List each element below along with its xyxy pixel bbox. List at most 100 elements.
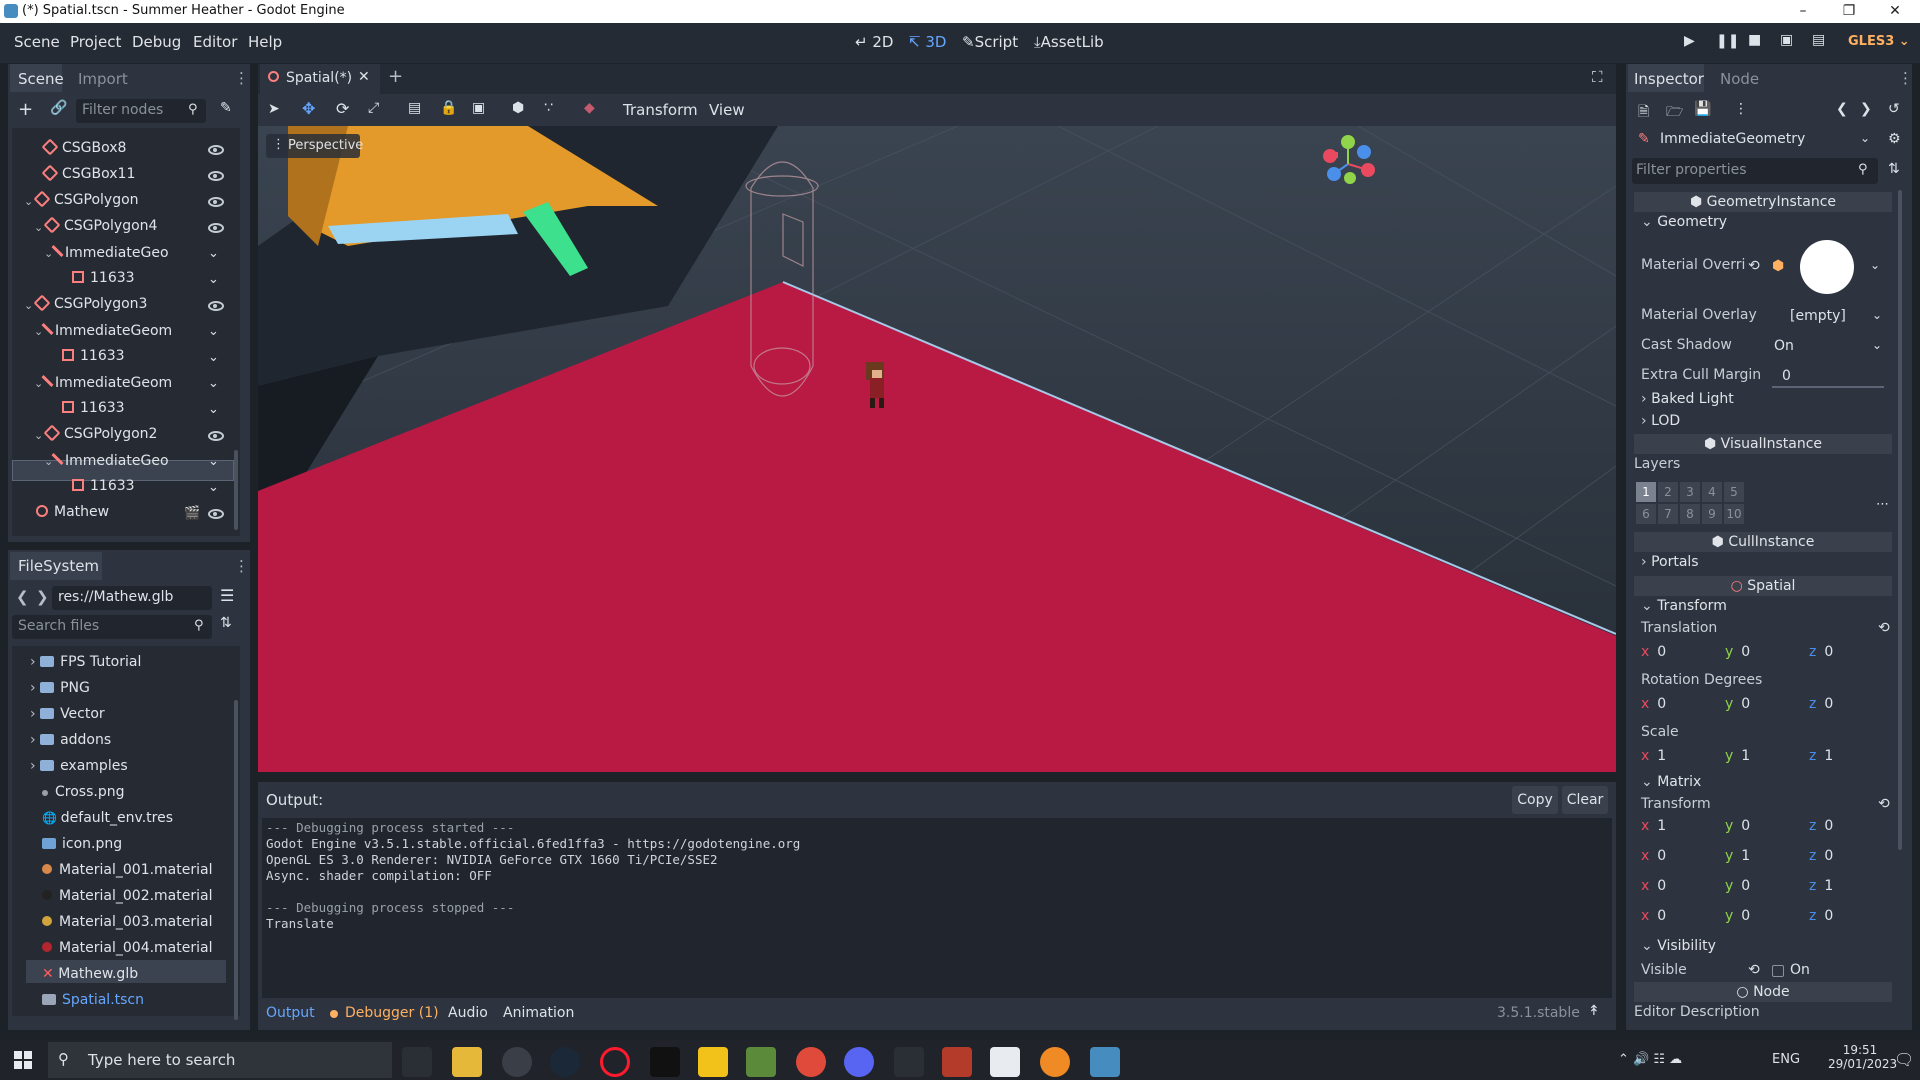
- stop-icon[interactable]: ■: [1748, 32, 1761, 48]
- maximize-button[interactable]: ❐: [1826, 0, 1872, 23]
- menu-editor[interactable]: Editor: [193, 33, 237, 51]
- history-back-icon[interactable]: ❮: [1836, 101, 1848, 117]
- visibility-eye-icon[interactable]: [208, 171, 224, 181]
- twitch-icon[interactable]: [990, 1047, 1020, 1077]
- vector-y-field[interactable]: y1: [1725, 748, 1805, 770]
- bottom-tab-animation[interactable]: Animation: [503, 1005, 574, 1021]
- matrix-fields[interactable]: x1y0z0x0y1z0x0y0z1x0y0z0: [1641, 818, 1891, 936]
- clock[interactable]: 19:51 29/01/2023: [1828, 1043, 1897, 1071]
- tree-node[interactable]: ⌄ CSGPolygon2: [34, 424, 157, 447]
- menu-scene[interactable]: Scene: [14, 33, 60, 51]
- scale-fields[interactable]: x1y1z1: [1641, 748, 1891, 770]
- group-geometry[interactable]: ⌄ Geometry: [1641, 214, 1904, 238]
- task-view-icon[interactable]: [402, 1047, 432, 1077]
- material-overlay-select[interactable]: [empty] ⌄: [1788, 306, 1884, 328]
- matrix-row[interactable]: x0y1z0: [1641, 848, 1891, 870]
- tree-node[interactable]: CSGBox8: [41, 138, 126, 161]
- 3d-viewport[interactable]: [258, 126, 1616, 772]
- vector-x-field[interactable]: x0: [1641, 878, 1721, 900]
- visibility-eye-icon[interactable]: [208, 509, 224, 519]
- vector-z-field[interactable]: z0: [1809, 644, 1889, 666]
- script-attach-icon[interactable]: ✎: [220, 100, 232, 116]
- extra-cull-margin-field[interactable]: 0: [1772, 366, 1884, 388]
- list-select-icon[interactable]: ▤: [408, 100, 421, 116]
- back-icon[interactable]: ❮: [16, 588, 29, 606]
- tree-node[interactable]: ⌄ CSGPolygon3: [24, 294, 147, 317]
- blender-icon[interactable]: [1040, 1047, 1070, 1077]
- group-icon[interactable]: ▣: [472, 100, 485, 116]
- layer-cell[interactable]: 1: [1636, 482, 1656, 502]
- vector-y-field[interactable]: y0: [1725, 878, 1805, 900]
- pause-icon[interactable]: ❚❚: [1716, 33, 1739, 49]
- new-tab-icon[interactable]: +: [388, 66, 403, 87]
- vector-x-field[interactable]: x0: [1641, 644, 1721, 666]
- history-icon[interactable]: ↺: [1888, 101, 1900, 117]
- notifications-icon[interactable]: 🗨: [1894, 1050, 1914, 1069]
- minimize-button[interactable]: –: [1780, 0, 1826, 23]
- minecraft-icon[interactable]: [746, 1047, 776, 1077]
- vector-z-field[interactable]: z1: [1809, 748, 1889, 770]
- tree-node[interactable]: ⌄ ImmediateGeom: [34, 322, 172, 343]
- notion-icon[interactable]: [650, 1047, 680, 1077]
- fold-chevron-icon[interactable]: ⌄: [34, 325, 43, 338]
- folder-item[interactable]: › examples: [30, 758, 128, 779]
- group-transform[interactable]: ⌄ Transform: [1641, 598, 1904, 622]
- dropdown-icon[interactable]: ⌄: [208, 246, 219, 261]
- layer-cell[interactable]: 9: [1702, 504, 1722, 524]
- cast-shadow-select[interactable]: On ⌄: [1772, 336, 1884, 358]
- chrome-icon[interactable]: [796, 1047, 826, 1077]
- mode-2d-button[interactable]: ↵ 2D: [855, 33, 893, 51]
- steam-icon[interactable]: [550, 1047, 580, 1077]
- visibility-eye-icon[interactable]: [208, 431, 224, 441]
- play-icon[interactable]: ▶: [1684, 33, 1695, 49]
- scene-tree-scrollbar[interactable]: [234, 450, 238, 530]
- vector-x-field[interactable]: x1: [1641, 748, 1721, 770]
- vector-z-field[interactable]: z0: [1809, 848, 1889, 870]
- bottom-tab-output[interactable]: Output: [266, 1005, 315, 1021]
- tree-node[interactable]: ⌄ ImmediateGeom: [34, 374, 172, 395]
- forward-icon[interactable]: ❯: [36, 588, 49, 606]
- rotation-fields[interactable]: x0y0z0: [1641, 696, 1891, 718]
- layer-cell[interactable]: 4: [1702, 482, 1722, 502]
- camera-override-icon[interactable]: ◆: [584, 100, 595, 116]
- language-indicator[interactable]: ENG: [1772, 1052, 1800, 1067]
- matrix-row[interactable]: x0y0z1: [1641, 878, 1891, 900]
- visible-checkbox[interactable]: [1772, 965, 1784, 977]
- inspector-scrollbar[interactable]: [1898, 190, 1902, 850]
- layer-cell[interactable]: 5: [1724, 482, 1744, 502]
- revert-icon[interactable]: ⟲: [1878, 620, 1890, 636]
- folder-item[interactable]: › Vector: [30, 706, 105, 727]
- sort-properties-icon[interactable]: ⇅: [1888, 161, 1900, 177]
- vector-x-field[interactable]: x0: [1641, 848, 1721, 870]
- tree-node[interactable]: CSGBox11: [41, 164, 135, 187]
- mode-assetlib-button[interactable]: ⤓AssetLib: [1034, 33, 1104, 51]
- vector-z-field[interactable]: z0: [1809, 818, 1889, 840]
- translation-fields[interactable]: x0y0z0: [1641, 644, 1891, 666]
- scale-tool-icon[interactable]: ⤢: [368, 100, 379, 116]
- save-icon[interactable]: 💾: [1694, 101, 1711, 117]
- visibility-eye-icon[interactable]: [208, 301, 224, 311]
- distraction-free-icon[interactable]: ⛶: [1592, 68, 1603, 86]
- vector-y-field[interactable]: y1: [1725, 848, 1805, 870]
- dropdown-icon[interactable]: ⌄: [208, 376, 219, 391]
- revert-icon[interactable]: ⟲: [1748, 962, 1760, 978]
- menu-project[interactable]: Project: [70, 33, 121, 51]
- lock-icon[interactable]: 🔒: [440, 100, 457, 116]
- fold-chevron-icon[interactable]: ⌄: [24, 195, 33, 208]
- group-portals[interactable]: › Portals: [1641, 554, 1904, 578]
- close-tab-icon[interactable]: ✕: [358, 69, 370, 85]
- more-options-icon[interactable]: ⋮: [234, 69, 249, 87]
- fold-chevron-icon[interactable]: ⌄: [44, 247, 53, 260]
- fold-chevron-icon[interactable]: ⌄: [34, 429, 43, 442]
- vector-x-field[interactable]: x0: [1641, 908, 1721, 930]
- select-tool-icon[interactable]: ➤: [268, 101, 280, 117]
- revert-icon[interactable]: ⟲: [1878, 796, 1890, 812]
- layer-cell[interactable]: 2: [1658, 482, 1678, 502]
- search-files-input[interactable]: Search files ⚲: [12, 615, 212, 639]
- path-field[interactable]: res://Mathew.glb: [52, 586, 212, 610]
- dropdown-icon[interactable]: ⌄: [208, 324, 219, 339]
- renderer-select[interactable]: GLES3 ⌄: [1848, 34, 1910, 49]
- visibility-eye-icon[interactable]: [208, 145, 224, 155]
- copy-button[interactable]: Copy: [1512, 786, 1558, 814]
- transform-menu[interactable]: Transform: [623, 101, 698, 119]
